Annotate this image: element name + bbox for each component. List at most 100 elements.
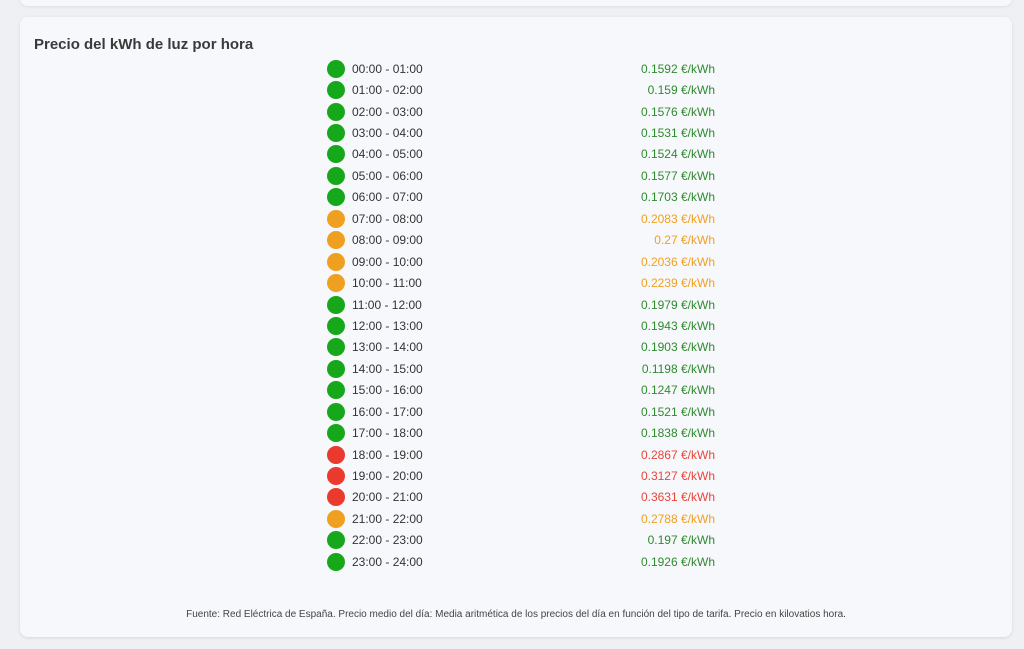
hour-price: 0.27 €/kWh — [654, 233, 715, 248]
list-item: 10:00 - 11:00 0.2239 €/kWh — [327, 272, 715, 293]
hour-price: 0.1521 €/kWh — [640, 404, 715, 419]
hour-range: 03:00 - 04:00 — [352, 126, 423, 141]
price-level-dot-icon — [327, 166, 345, 185]
hour-range: 20:00 - 21:00 — [352, 490, 423, 505]
hour-range: 10:00 - 11:00 — [352, 276, 422, 291]
hour-range: 08:00 - 09:00 — [352, 233, 423, 248]
price-level-dot-icon — [327, 252, 345, 271]
price-level-dot-icon — [327, 209, 345, 228]
hour-range: 16:00 - 17:00 — [352, 404, 423, 419]
list-item: 12:00 - 13:00 0.1943 €/kWh — [327, 315, 715, 336]
price-level-dot-icon — [327, 274, 345, 293]
list-item: 11:00 - 12:00 0.1979 €/kWh — [327, 294, 715, 315]
price-level-dot-icon — [327, 295, 345, 314]
price-level-dot-icon — [327, 531, 345, 550]
list-item: 02:00 - 03:00 0.1576 €/kWh — [327, 101, 715, 122]
list-item: 23:00 - 24:00 0.1926 €/kWh — [327, 551, 715, 572]
price-level-dot-icon — [327, 552, 345, 571]
hour-range: 01:00 - 02:00 — [352, 83, 423, 98]
price-level-dot-icon — [327, 402, 345, 421]
hour-range: 11:00 - 12:00 — [352, 297, 422, 312]
hour-range: 17:00 - 18:00 — [352, 426, 423, 441]
list-item: 18:00 - 19:00 0.2867 €/kWh — [327, 444, 715, 465]
hour-range: 04:00 - 05:00 — [352, 147, 423, 162]
source-footnote: Fuente: Red Eléctrica de España. Precio … — [186, 609, 846, 620]
list-item: 13:00 - 14:00 0.1903 €/kWh — [327, 337, 715, 358]
list-item: 15:00 - 16:00 0.1247 €/kWh — [327, 380, 715, 401]
hour-range: 06:00 - 07:00 — [352, 190, 423, 205]
hour-price: 0.1979 €/kWh — [640, 297, 715, 312]
price-level-dot-icon — [327, 59, 345, 78]
hour-range: 19:00 - 20:00 — [352, 469, 423, 484]
previous-card — [20, 0, 1012, 6]
card-title: Precio del kWh de luz por hora — [34, 36, 254, 53]
hour-price: 0.2867 €/kWh — [640, 447, 715, 462]
hourly-price-card: Precio del kWh de luz por hora 00:00 - 0… — [20, 17, 1012, 637]
hour-price: 0.1903 €/kWh — [640, 340, 715, 355]
hour-range: 13:00 - 14:00 — [352, 340, 423, 355]
hour-price: 0.197 €/kWh — [647, 533, 715, 548]
price-level-dot-icon — [327, 102, 345, 121]
price-level-dot-icon — [327, 81, 345, 100]
hour-price: 0.1198 €/kWh — [641, 361, 715, 376]
hour-price: 0.3127 €/kWh — [640, 469, 715, 484]
price-level-dot-icon — [327, 124, 345, 143]
list-item: 22:00 - 23:00 0.197 €/kWh — [327, 530, 715, 551]
hour-range: 21:00 - 22:00 — [352, 511, 423, 526]
price-level-dot-icon — [327, 488, 345, 507]
list-item: 07:00 - 08:00 0.2083 €/kWh — [327, 208, 715, 229]
hour-price: 0.3631 €/kWh — [640, 490, 715, 505]
list-item: 21:00 - 22:00 0.2788 €/kWh — [327, 508, 715, 529]
price-level-dot-icon — [327, 231, 345, 250]
list-item: 17:00 - 18:00 0.1838 €/kWh — [327, 422, 715, 443]
list-item: 20:00 - 21:00 0.3631 €/kWh — [327, 487, 715, 508]
price-level-dot-icon — [327, 509, 345, 528]
price-level-dot-icon — [327, 381, 345, 400]
hour-price: 0.1943 €/kWh — [640, 318, 715, 333]
hour-price: 0.1592 €/kWh — [640, 61, 715, 76]
list-item: 19:00 - 20:00 0.3127 €/kWh — [327, 465, 715, 486]
hour-range: 14:00 - 15:00 — [352, 361, 423, 376]
list-item: 16:00 - 17:00 0.1521 €/kWh — [327, 401, 715, 422]
hour-range: 02:00 - 03:00 — [352, 104, 423, 119]
hour-price: 0.1577 €/kWh — [640, 168, 715, 183]
hour-price: 0.1247 €/kWh — [640, 383, 715, 398]
hour-range: 00:00 - 01:00 — [352, 61, 423, 76]
hour-price: 0.159 €/kWh — [647, 83, 715, 98]
price-level-dot-icon — [327, 467, 345, 486]
price-level-dot-icon — [327, 338, 345, 357]
hour-price: 0.1524 €/kWh — [640, 147, 715, 162]
hour-range: 22:00 - 23:00 — [352, 533, 423, 548]
hour-price: 0.2239 €/kWh — [640, 276, 715, 291]
hour-range: 05:00 - 06:00 — [352, 168, 423, 183]
hour-price: 0.2788 €/kWh — [640, 511, 715, 526]
hour-range: 18:00 - 19:00 — [352, 447, 423, 462]
list-item: 04:00 - 05:00 0.1524 €/kWh — [327, 144, 715, 165]
hour-price: 0.2036 €/kWh — [640, 254, 715, 269]
hour-price: 0.2083 €/kWh — [640, 211, 715, 226]
list-item: 05:00 - 06:00 0.1577 €/kWh — [327, 165, 715, 186]
hour-price: 0.1576 €/kWh — [640, 104, 715, 119]
hour-price: 0.1926 €/kWh — [640, 554, 715, 569]
hour-price: 0.1838 €/kWh — [640, 426, 715, 441]
hour-range: 07:00 - 08:00 — [352, 211, 423, 226]
price-level-dot-icon — [327, 316, 345, 335]
list-item: 09:00 - 10:00 0.2036 €/kWh — [327, 251, 715, 272]
hour-price: 0.1531 €/kWh — [640, 126, 715, 141]
price-level-dot-icon — [327, 188, 345, 207]
list-item: 06:00 - 07:00 0.1703 €/kWh — [327, 187, 715, 208]
hourly-price-list: 00:00 - 01:00 0.1592 €/kWh 01:00 - 02:00 0.… — [327, 58, 715, 573]
list-item: 03:00 - 04:00 0.1531 €/kWh — [327, 122, 715, 143]
price-level-dot-icon — [327, 145, 345, 164]
price-level-dot-icon — [327, 424, 345, 443]
hour-range: 12:00 - 13:00 — [352, 318, 423, 333]
hour-range: 09:00 - 10:00 — [352, 254, 423, 269]
list-item: 08:00 - 09:00 0.27 €/kWh — [327, 230, 715, 251]
price-level-dot-icon — [327, 445, 345, 464]
hour-range: 15:00 - 16:00 — [352, 383, 423, 398]
price-level-dot-icon — [327, 359, 345, 378]
list-item: 01:00 - 02:00 0.159 €/kWh — [327, 79, 715, 100]
list-item: 00:00 - 01:00 0.1592 €/kWh — [327, 58, 715, 79]
list-item: 14:00 - 15:00 0.1198 €/kWh — [327, 358, 715, 379]
hour-price: 0.1703 €/kWh — [640, 190, 715, 205]
